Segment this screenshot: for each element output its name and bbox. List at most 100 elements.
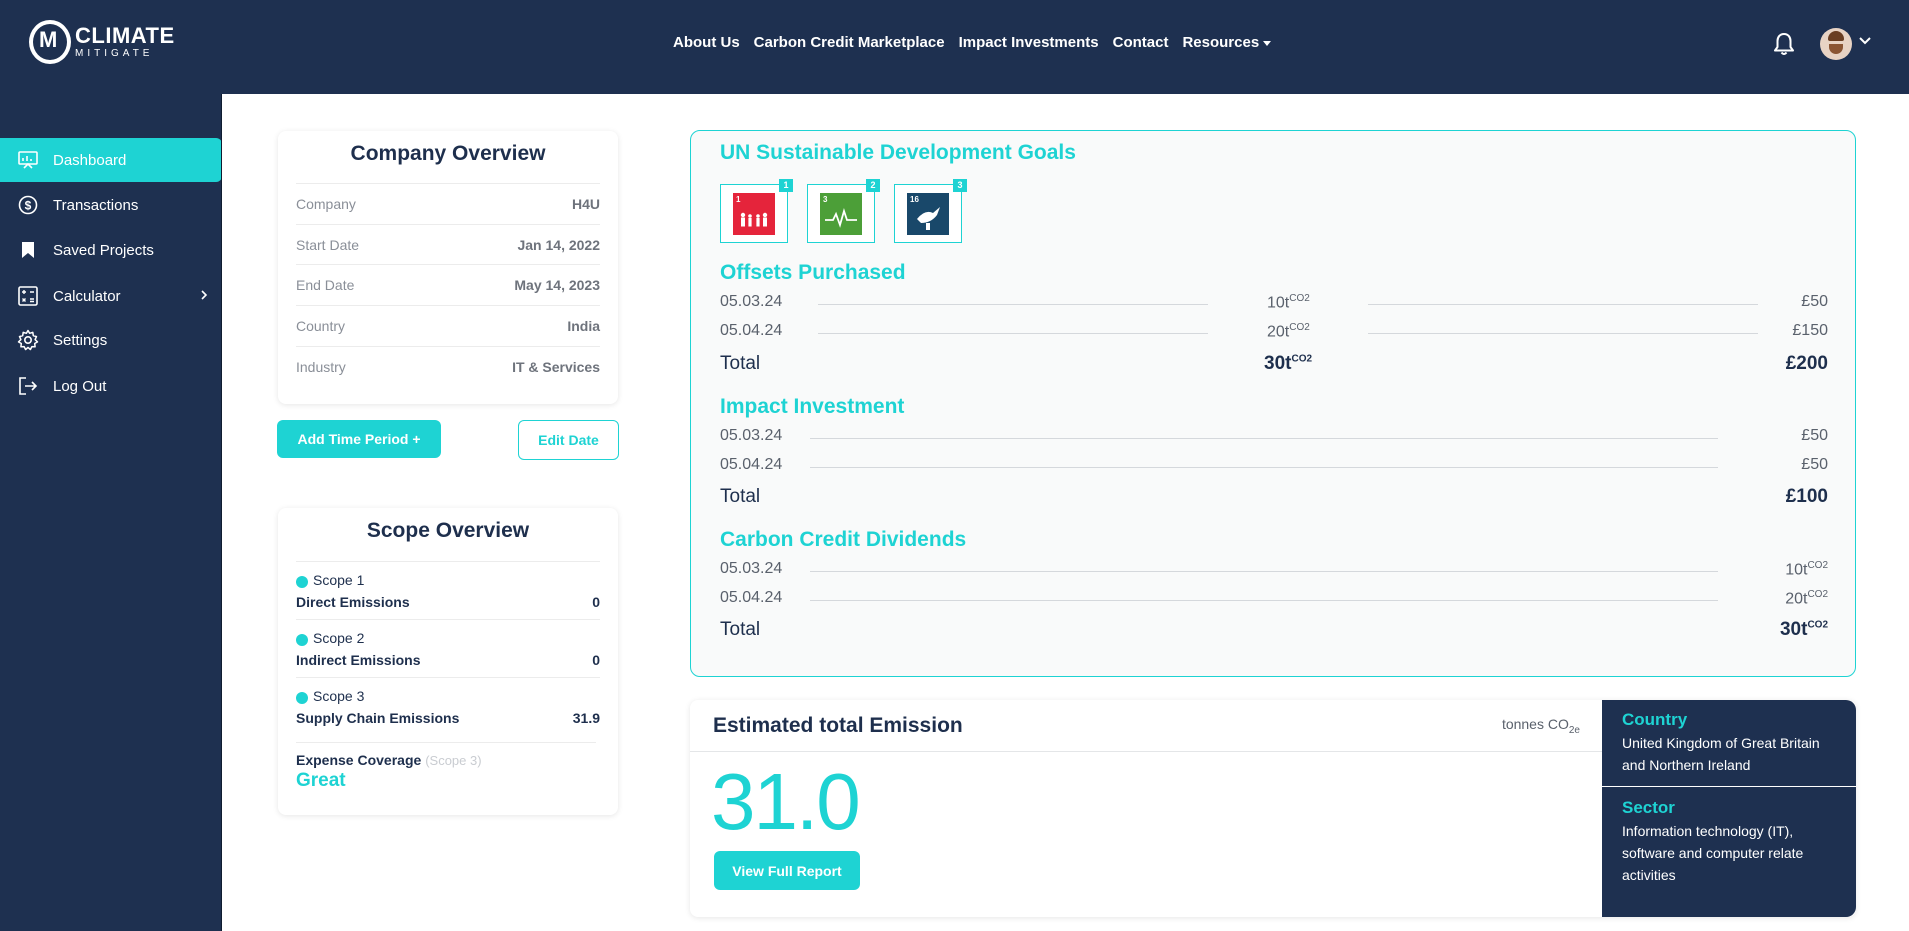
scope-name: Scope 2 [313,630,365,646]
sidebar-item-label: Settings [53,331,108,349]
sidebar-item-transactions[interactable]: $ Transactions [0,183,222,227]
divider [818,333,1208,334]
bookmark-icon [17,239,39,261]
offsets-total-row: Total 30tCO2 £200 [720,353,1828,377]
nav-resources[interactable]: Resources [1182,34,1272,51]
scope-desc: Supply Chain Emissions [296,710,460,726]
logo-text-line2: MITIGATE [75,48,154,59]
nav-about-us[interactable]: About Us [673,34,740,51]
impact-total-row: Total £100 [720,486,1828,510]
add-time-period-button[interactable]: Add Time Period + [277,420,441,458]
impact-price: £50 [1801,427,1828,444]
sdg-title: UN Sustainable Development Goals [720,141,1076,164]
overview-value: H4U [571,196,600,212]
offset-date: 05.04.24 [720,322,783,339]
scope-value: 0 [592,652,600,668]
sidebar-item-calculator[interactable]: Calculator [0,274,222,318]
dividend-tonnes-value: 10t [1785,561,1808,579]
emission-unit: tonnes CO2e [1502,716,1580,736]
scope-desc: Indirect Emissions [296,652,421,668]
sdg-badge: 1 [779,179,793,192]
offsets-total-tonnes: 30tCO2 [1264,353,1312,375]
overview-key: Country [296,318,346,334]
divider [1368,304,1758,305]
sector-info: Sector Information technology (IT), soft… [1602,788,1856,896]
overview-row-company: Company H4U [296,183,600,224]
sidebar-item-saved-projects[interactable]: Saved Projects [0,228,222,272]
bell-icon[interactable] [1773,32,1795,56]
divider [810,438,1718,439]
scope-name: Scope 1 [313,572,365,588]
sector-label: Sector [1622,798,1675,817]
chevron-right-icon [201,290,208,300]
top-navbar: CLIMATE MITIGATE About Us Carbon Credit … [0,0,1909,94]
offset-row: 05.04.24 20tCO2 £150 [720,322,1828,344]
impact-price: £50 [1801,456,1828,473]
dividend-date: 05.04.24 [720,589,783,606]
sidebar-item-label: Saved Projects [53,241,154,259]
impact-row: 05.03.24 £50 [720,427,1828,449]
sidebar-item-label: Calculator [53,287,121,305]
dividend-date: 05.03.24 [720,560,783,577]
calculator-icon [17,285,39,307]
no-poverty-icon: 1 [733,193,775,235]
dividend-tonnes: 10tCO2 [1785,560,1828,579]
main-nav: About Us Carbon Credit Marketplace Impac… [673,34,1272,51]
nav-resources-label: Resources [1182,34,1260,51]
svg-text:16: 16 [910,195,919,204]
sidebar-item-label: Transactions [53,196,139,214]
impact-row: 05.04.24 £50 [720,456,1828,478]
sidebar-item-log-out[interactable]: Log Out [0,364,222,408]
logout-icon [17,375,39,397]
impact-title: Impact Investment [720,395,905,418]
caret-down-icon [1263,40,1272,46]
emission-unit-main: tonnes CO [1501,716,1569,732]
gear-icon [17,329,39,351]
sdg-panel: UN Sustainable Development Goals 1 1 3 2… [690,130,1856,677]
scope-overview-card: Scope Overview Scope 1 Direct Emissions … [278,508,618,815]
sidebar-item-settings[interactable]: Settings [0,318,222,362]
scope-row: Scope 2 Indirect Emissions 0 [296,619,600,677]
overview-row-end-date: End Date May 14, 2023 [296,264,600,305]
impact-date: 05.03.24 [720,427,783,444]
chevron-down-icon[interactable] [1858,36,1872,46]
total-label: Total [720,486,761,507]
user-avatar[interactable] [1820,28,1852,60]
scope-value: 0 [592,594,600,610]
sdg-goal-tile[interactable]: 1 1 [720,179,793,243]
peace-justice-icon: 16 [907,193,949,235]
sdg-goal-tile[interactable]: 16 3 [894,179,967,243]
svg-text:1: 1 [736,195,741,204]
nav-impact-investments[interactable]: Impact Investments [959,34,1099,51]
co2-sup: CO2 [1807,589,1828,600]
expense-coverage: Expense Coverage (Scope 3) [296,742,596,768]
nav-carbon-credit-marketplace[interactable]: Carbon Credit Marketplace [754,34,945,51]
scope-row: Scope 3 Supply Chain Emissions 31.9 [296,677,600,735]
overview-row-industry: Industry IT & Services [296,346,600,387]
co2-sup: CO2 [1807,560,1828,571]
view-full-report-button[interactable]: View Full Report [714,851,860,890]
logo-mark-icon [29,20,71,64]
estimated-emission-card: Estimated total Emission tonnes CO2e 31.… [690,700,1856,917]
dividends-total-tonnes: 30tCO2 [1780,619,1828,641]
offsets-title: Offsets Purchased [720,261,906,284]
overview-key: Company [296,196,356,212]
dividends-total-tonnes-value: 30t [1779,619,1808,640]
dividend-tonnes-value: 20t [1785,590,1808,608]
company-overview-title: Company Overview [350,142,546,165]
dividends-title: Carbon Credit Dividends [720,528,967,551]
edit-date-button[interactable]: Edit Date [518,420,619,460]
sidebar: Dashboard $ Transactions Saved Projects … [0,94,222,931]
nav-contact[interactable]: Contact [1113,34,1169,51]
offsets-total-tonnes-value: 30t [1264,353,1292,374]
overview-value: May 14, 2023 [514,277,600,293]
co2-sup: CO2 [1289,293,1310,304]
sidebar-item-dashboard[interactable]: Dashboard [0,138,222,182]
divider [810,571,1718,572]
climate-mitigate-logo[interactable]: CLIMATE MITIGATE [29,20,175,64]
info-panel: Country United Kingdom of Great Britain … [1602,700,1856,917]
impact-date: 05.04.24 [720,456,783,473]
sdg-goal-tile[interactable]: 3 2 [807,179,880,243]
scope-row: Scope 1 Direct Emissions 0 [296,561,600,619]
overview-row-start-date: Start Date Jan 14, 2022 [296,224,600,265]
